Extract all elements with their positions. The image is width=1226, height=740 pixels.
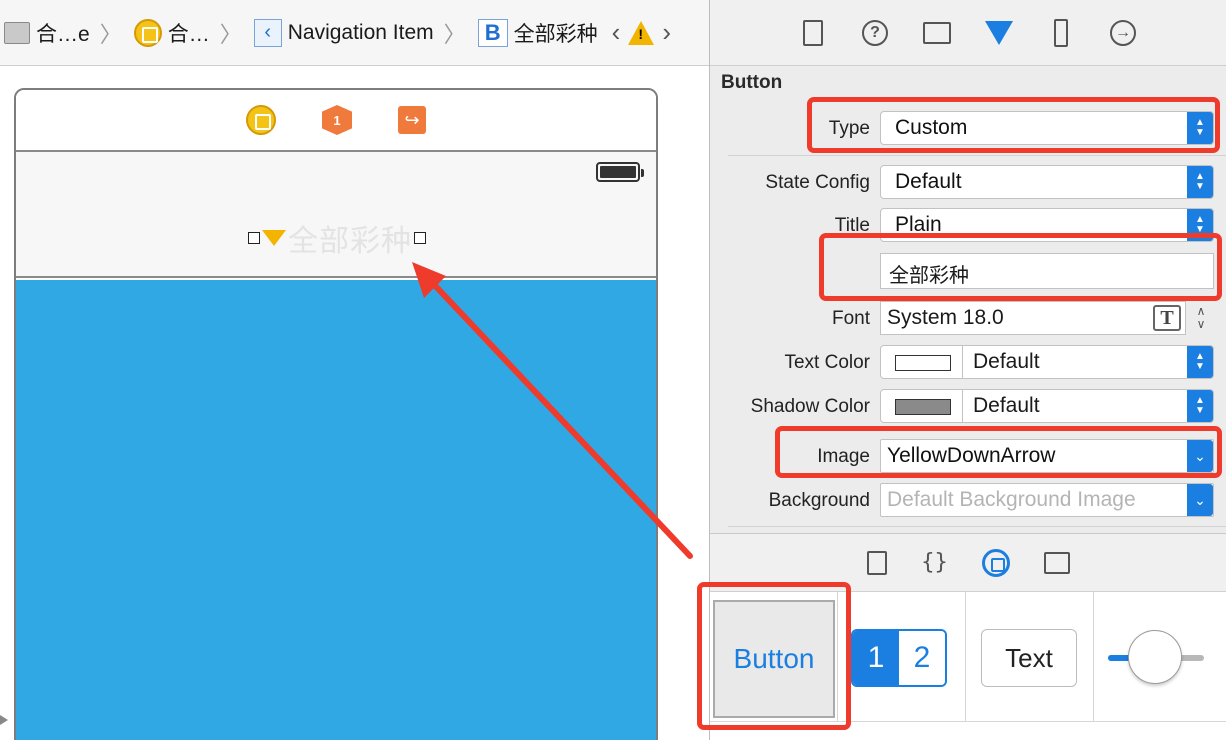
annotation-arrow [412,262,693,559]
